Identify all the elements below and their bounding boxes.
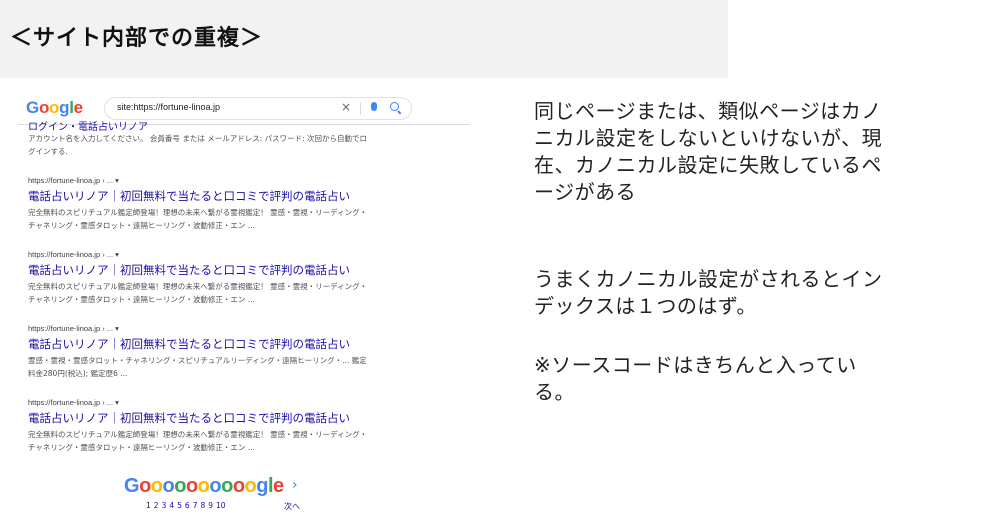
result-snippet: 完全無料のスピリチュアル鑑定師登場！理想の未来へ繋がる霊視鑑定！ 霊感・霊視・リ… [28, 208, 368, 230]
page-link-current: 1 [146, 501, 151, 510]
title-band: ＜サイト内部での重複＞ [0, 0, 728, 78]
microphone-icon[interactable] [371, 102, 377, 111]
search-icon[interactable] [390, 102, 399, 111]
page-link[interactable]: 6 [185, 501, 190, 510]
result-title[interactable]: 電話占いリノア｜初回無料で当たると口コミで評判の電話占い [28, 188, 468, 204]
note-paragraph-1: 同じページまたは、類似ページはカノニカル設定をしないといけないが、現在、カノニカ… [534, 99, 883, 204]
search-results-screenshot: Google site:https://fortune-linoa.jp × ロ… [18, 90, 470, 522]
page-link[interactable]: 4 [169, 501, 174, 510]
search-result: https://fortune-linoa.jp › ... ▾ 電話占いリノア… [28, 250, 468, 306]
search-divider [360, 102, 361, 115]
result-title-partial[interactable]: ログイン・電話占いリノア [28, 118, 148, 133]
google-logo[interactable]: Google [26, 98, 83, 118]
clear-icon[interactable]: × [341, 100, 351, 114]
result-snippet: 完全無料のスピリチュアル鑑定師登場！理想の未来へ繋がる霊視鑑定！ 霊感・霊視・リ… [28, 430, 368, 452]
result-url[interactable]: https://fortune-linoa.jp › ... ▾ [28, 250, 468, 259]
chevron-right-icon[interactable]: › [292, 477, 298, 493]
search-result: https://fortune-linoa.jp › ... ▾ 電話占いリノア… [28, 176, 468, 232]
page-link[interactable]: 8 [200, 501, 205, 510]
page-link[interactable]: 2 [154, 501, 159, 510]
page-title: ＜サイト内部での重複＞ [10, 26, 264, 51]
page-link[interactable]: 9 [208, 501, 213, 510]
result-title[interactable]: 電話占いリノア｜初回無料で当たると口コミで評判の電話占い [28, 336, 468, 352]
page-link[interactable]: 5 [177, 501, 182, 510]
result-title[interactable]: 電話占いリノア｜初回無料で当たると口コミで評判の電話占い [28, 410, 468, 426]
page-numbers: 1 2 3 4 5 6 7 8 9 10 [146, 501, 229, 510]
result-url[interactable]: https://fortune-linoa.jp › ... ▾ [28, 176, 468, 185]
page-link[interactable]: 3 [162, 501, 167, 510]
result-snippet: 完全無料のスピリチュアル鑑定師登場！理想の未来へ繋がる霊視鑑定！ 霊感・霊視・リ… [28, 282, 368, 304]
search-query-text: site:https://fortune-linoa.jp [117, 102, 221, 112]
page-link[interactable]: 10 [216, 501, 226, 510]
note-paragraph-2: うまくカノニカル設定がされるとインデックスは１つのはず。 [534, 267, 883, 318]
next-page-link[interactable]: 次へ [284, 501, 300, 512]
result-snippet-partial: アカウント名を入力してください。 会員番号 または メールアドレス: パスワード… [28, 134, 368, 156]
result-url[interactable]: https://fortune-linoa.jp › ... ▾ [28, 398, 468, 407]
note-paragraph-3: ※ソースコードはきちんと入っている。 [534, 353, 857, 404]
search-result: https://fortune-linoa.jp › ... ▾ 電話占いリノア… [28, 324, 468, 380]
search-result: https://fortune-linoa.jp › ... ▾ 電話占いリノア… [28, 398, 468, 454]
pagination: Goooooooooogle › 1 2 3 4 5 6 7 8 9 10 次へ [124, 475, 324, 511]
result-snippet: 霊感・霊視・霊感タロット・チャネリング・スピリチュアルリーディング・遠隔ヒーリン… [28, 356, 367, 378]
result-url[interactable]: https://fortune-linoa.jp › ... ▾ [28, 324, 468, 333]
search-input[interactable]: site:https://fortune-linoa.jp × [104, 97, 412, 120]
result-title[interactable]: 電話占いリノア｜初回無料で当たると口コミで評判の電話占い [28, 262, 468, 278]
page-link[interactable]: 7 [193, 501, 198, 510]
